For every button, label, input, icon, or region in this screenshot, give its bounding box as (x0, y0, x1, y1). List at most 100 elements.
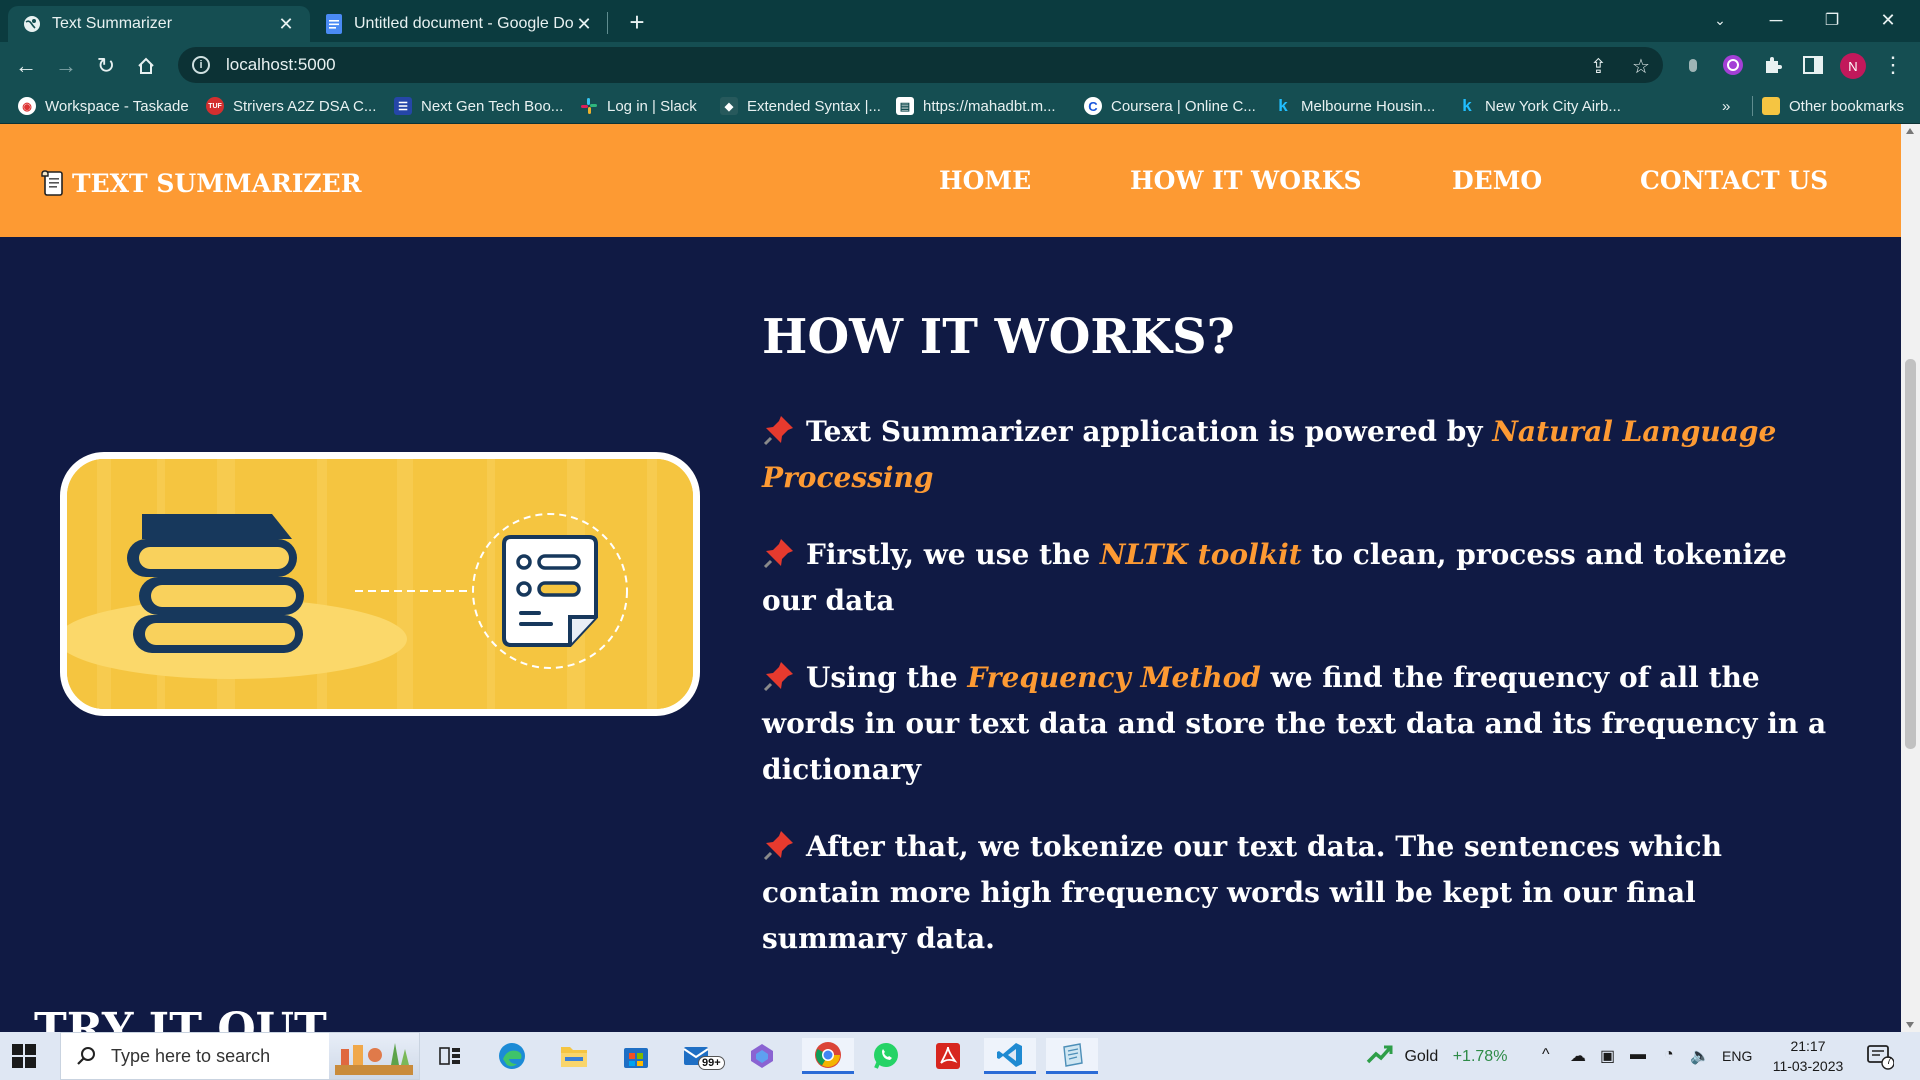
scroll-icon (41, 170, 63, 196)
bookmark-item[interactable]: ◉ Workspace - Taskade (18, 94, 189, 118)
new-tab-button[interactable]: + (622, 8, 652, 36)
section-title: HOW IT WORKS? (762, 309, 1235, 365)
stock-widget[interactable]: Gold +1.78% (1366, 1044, 1507, 1066)
restore-icon[interactable]: ❐ (1804, 0, 1860, 40)
nav-how-it-works-link[interactable]: HOW IT WORKS (1130, 166, 1362, 195)
brand-text: TEXT SUMMARIZER (72, 168, 362, 198)
extensions-puzzle-icon[interactable] (1760, 52, 1786, 78)
bookmark-item[interactable]: ◆ Extended Syntax |... (720, 94, 881, 118)
bookmark-item[interactable]: k Melbourne Housin... (1274, 94, 1435, 118)
point-text: Firstly, we use the (806, 538, 1100, 571)
microsoft-store-icon[interactable] (614, 1038, 658, 1074)
nav-home-link[interactable]: HOME (939, 166, 1031, 195)
vscode-icon[interactable] (984, 1038, 1036, 1074)
page-scrollbar[interactable] (1901, 124, 1920, 1032)
more-bookmarks-button[interactable]: » (1722, 94, 1730, 118)
kaggle-icon: k (1462, 96, 1472, 115)
reload-icon[interactable]: ↻ (90, 50, 122, 82)
whatsapp-icon[interactable] (864, 1038, 908, 1074)
list-item: Text Summarizer application is powered b… (762, 409, 1842, 501)
bookmark-item[interactable]: Log in | Slack (580, 94, 697, 118)
point-text: Text Summarizer application is powered b… (806, 415, 1493, 448)
bookmark-label: Workspace - Taskade (45, 97, 189, 115)
notification-center-icon[interactable]: 7 (1866, 1044, 1895, 1070)
side-panel-icon[interactable] (1800, 52, 1826, 78)
search-icon (77, 1047, 95, 1065)
bookmarks-bar: ◉ Workspace - Taskade TUF Strivers A2Z DSA… (0, 88, 1920, 124)
cloud-icon[interactable]: ☁ (1570, 1046, 1586, 1066)
close-tab-icon[interactable]: ✕ (574, 14, 594, 35)
back-arrow-icon[interactable]: ← (10, 50, 42, 82)
bookmark-label: Coursera | Online C... (1111, 97, 1256, 115)
copilot-app-icon[interactable] (740, 1038, 784, 1074)
folder-icon (1762, 97, 1780, 115)
close-tab-icon[interactable]: ✕ (276, 14, 296, 35)
bookmark-label: Other bookmarks (1789, 97, 1905, 115)
markdown-icon: ◆ (720, 97, 738, 115)
forward-arrow-icon[interactable]: → (50, 50, 82, 82)
clock-time: 21:17 (1790, 1038, 1826, 1054)
scrollbar-thumb[interactable] (1905, 359, 1916, 749)
extension-purple-icon[interactable] (1720, 52, 1746, 78)
nav-demo-link[interactable]: DEMO (1452, 166, 1542, 195)
bookmark-item[interactable]: TUF Strivers A2Z DSA C... (206, 94, 376, 118)
browser-toolbar: ← → ↻ i localhost:5000 ⇪ ☆ N ⋮ (0, 42, 1920, 88)
taskbar-search-box[interactable]: Type here to search (60, 1032, 420, 1080)
scroll-up-arrow-icon[interactable] (1906, 128, 1914, 134)
stock-up-icon (1366, 1045, 1393, 1064)
device-icon[interactable]: ▣ (1600, 1046, 1615, 1066)
pushpin-icon (763, 416, 793, 446)
file-explorer-icon[interactable] (552, 1038, 596, 1074)
notepad-icon[interactable] (1046, 1038, 1098, 1074)
wifi-icon[interactable]: ◔ (1664, 1046, 1674, 1064)
windows-start-icon[interactable] (12, 1044, 36, 1068)
notification-count: 7 (1886, 1056, 1892, 1067)
mail-icon[interactable]: 99+ (676, 1038, 725, 1074)
task-view-icon[interactable] (428, 1038, 472, 1074)
extension-icon[interactable] (1680, 52, 1706, 78)
bookmark-item[interactable]: ☰ Next Gen Tech Boo... (394, 94, 563, 118)
site-brand[interactable]: TEXT SUMMARIZER (38, 168, 362, 198)
system-clock[interactable]: 21:17 11-03-2023 (1768, 1036, 1848, 1076)
tab-search-chevron-icon[interactable]: ⌄ (1692, 0, 1748, 40)
bookmark-item[interactable]: k New York City Airb... (1458, 94, 1621, 118)
acrobat-icon[interactable] (926, 1038, 970, 1074)
tab-google-doc[interactable]: Untitled document - Google Doc ✕ (310, 6, 608, 42)
language-indicator[interactable]: ENG (1722, 1048, 1752, 1064)
kaggle-icon: k (1278, 96, 1288, 115)
tab-divider (607, 12, 608, 34)
profile-avatar[interactable]: N (1840, 53, 1866, 79)
pushpin-icon (763, 539, 793, 569)
minimize-icon[interactable]: ─ (1748, 0, 1804, 40)
ngt-icon: ☰ (394, 97, 412, 115)
bookmark-label: Strivers A2Z DSA C... (233, 97, 377, 115)
globe-icon (22, 14, 42, 34)
scroll-down-arrow-icon[interactable] (1906, 1022, 1914, 1028)
menu-kebab-icon[interactable]: ⋮ (1880, 52, 1906, 78)
show-hidden-icons-chevron-icon[interactable]: ^ (1542, 1046, 1550, 1064)
bookmark-star-icon[interactable]: ☆ (1632, 54, 1650, 79)
volume-icon[interactable]: 🔈 (1690, 1046, 1710, 1066)
nav-contact-us-link[interactable]: CONTACT US (1640, 166, 1828, 195)
share-icon[interactable]: ⇪ (1590, 54, 1607, 79)
bookmark-label: Extended Syntax |... (747, 97, 881, 115)
tab-text-summarizer[interactable]: Text Summarizer ✕ (8, 6, 310, 42)
other-bookmarks-folder[interactable]: Other bookmarks (1762, 94, 1904, 118)
try-it-out-heading: TRY IT OUT (34, 1004, 327, 1032)
point-highlight: NLTK toolkit (1099, 538, 1302, 571)
tuf-icon: TUF (206, 97, 224, 115)
chrome-icon[interactable] (802, 1038, 854, 1074)
bookmark-item[interactable]: C Coursera | Online C... (1084, 94, 1256, 118)
bookmark-item[interactable]: ▤ https://mahadbt.m... (896, 94, 1056, 118)
how-it-works-list: Text Summarizer application is powered b… (762, 409, 1842, 993)
close-window-icon[interactable]: ✕ (1860, 0, 1916, 40)
battery-icon[interactable]: ▬ (1630, 1046, 1646, 1064)
edge-icon[interactable] (490, 1038, 534, 1074)
mail-badge: 99+ (698, 1056, 725, 1070)
address-bar[interactable]: i localhost:5000 (178, 47, 1663, 83)
home-icon[interactable] (130, 50, 162, 82)
page-viewport: TEXT SUMMARIZER HOME HOW IT WORKS DEMO C… (0, 124, 1920, 1032)
books-to-document-illustration (67, 459, 693, 709)
site-navbar: TEXT SUMMARIZER HOME HOW IT WORKS DEMO C… (0, 124, 1901, 237)
site-info-icon[interactable]: i (192, 56, 210, 74)
